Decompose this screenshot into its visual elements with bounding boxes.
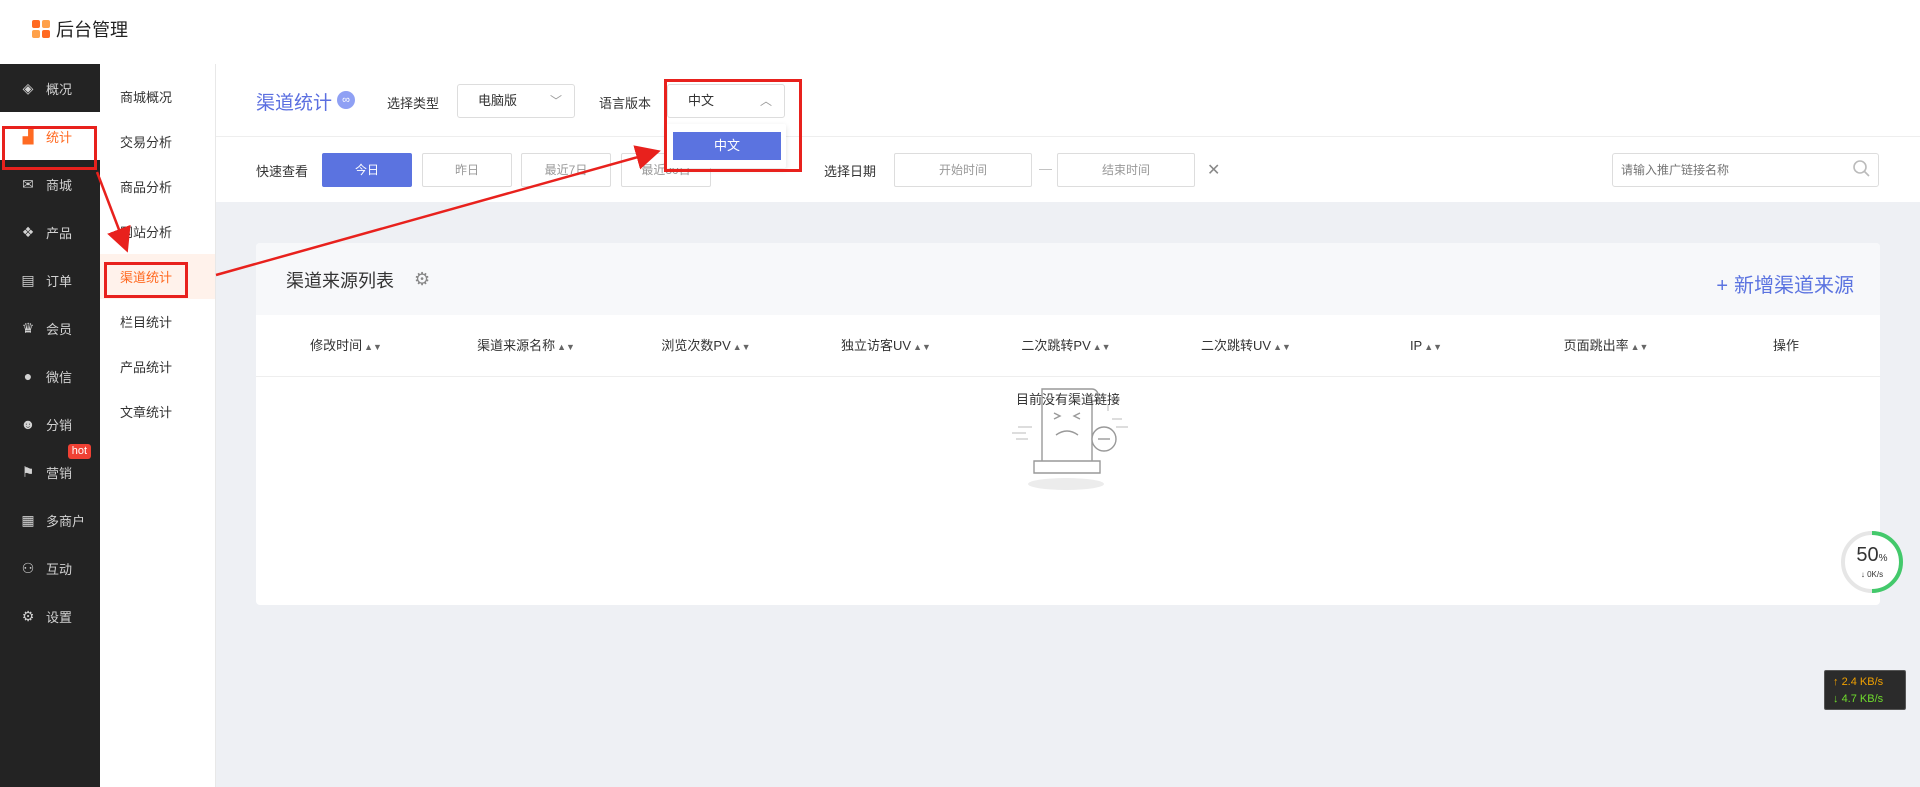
filter-row-top: 渠道统计 ∞ 选择类型 电脑版 ﹀ 语言版本 中文 ︿ xyxy=(216,64,1920,137)
sidebar-item-order[interactable]: ▤ 订单 xyxy=(0,256,100,304)
top-bar: 后台管理 xyxy=(0,0,1920,64)
secondary-sidebar: 商城概况 交易分析 商品分析 网站分析 渠道统计 栏目统计 产品统计 文章统计 xyxy=(100,64,216,787)
channel-list-card: 渠道来源列表 ⚙ + 新增渠道来源 修改时间 ▲▼ 渠道来源名称 ▲▼ 浏览次数PV ▲… xyxy=(256,243,1880,605)
column-header[interactable]: IP ▲▼ xyxy=(1336,315,1516,377)
user-share-icon: ☻ xyxy=(20,416,36,432)
sidebar-item-wechat[interactable]: ● 微信 xyxy=(0,352,100,400)
primary-sidebar: ◈ 概况 ▟ 统计 ✉ 商城 ❖ 产品 ▤ 订单 ♛ 会员 ● 微信 ☻ 分销 hot ⚑ 营销 ▦… xyxy=(0,64,100,787)
store-icon: ▦ xyxy=(21,511,35,528)
network-monitor: ↑ 2.4 KB/s ↓ 4.7 KB/s xyxy=(1824,670,1906,710)
column-header[interactable]: 浏览次数PV ▲▼ xyxy=(616,315,796,377)
lang-label: 语言版本 xyxy=(599,96,652,111)
sidebar-item-product[interactable]: ❖ 产品 xyxy=(0,208,100,256)
annotation-box-lang-select xyxy=(664,79,802,172)
date-start-input[interactable]: 开始时间 xyxy=(894,153,1032,187)
card-title: 渠道来源列表 xyxy=(286,271,394,291)
clipboard-icon: ▤ xyxy=(21,271,35,288)
chat-icon: ● xyxy=(23,368,33,384)
sidebar-item-multi-merchant[interactable]: ▦ 多商户 xyxy=(0,496,100,544)
sort-icon: ▲▼ xyxy=(913,342,931,352)
subnav-item-trade-analysis[interactable]: 交易分析 xyxy=(100,119,215,164)
logo-icon xyxy=(32,20,50,38)
sort-icon: ▲▼ xyxy=(1630,342,1649,352)
search-input[interactable] xyxy=(1612,153,1879,187)
column-header[interactable]: 二次跳转UV ▲▼ xyxy=(1156,315,1336,377)
subnav-item-site-analysis[interactable]: 网站分析 xyxy=(100,209,215,254)
group-icon: ⚇ xyxy=(21,559,35,576)
sidebar-item-member[interactable]: ♛ 会员 xyxy=(0,304,100,352)
flag-icon: ⚑ xyxy=(21,463,35,480)
upload-speed: ↑ 2.4 KB/s xyxy=(1833,676,1884,688)
column-header[interactable]: 独立访客UV ▲▼ xyxy=(796,315,976,377)
sort-icon: ▲▼ xyxy=(1424,342,1443,352)
column-header[interactable]: 页面跳出率 ▲▼ xyxy=(1516,315,1696,377)
type-label: 选择类型 xyxy=(387,96,440,111)
speed-widget[interactable]: 50% ↓ 0K/s xyxy=(1840,530,1904,594)
layers-icon: ◈ xyxy=(22,79,34,96)
apps-icon: ❖ xyxy=(21,223,35,240)
progress-value: 50% xyxy=(1856,544,1888,566)
mail-icon: ✉ xyxy=(22,175,34,192)
gear-icon: ⚙ xyxy=(21,607,35,624)
chevron-down-icon: ﹀ xyxy=(549,94,562,108)
sort-icon: ▲▼ xyxy=(732,342,751,352)
search-icon[interactable] xyxy=(1852,159,1870,177)
sidebar-item-settings[interactable]: ⚙ 设置 xyxy=(0,592,100,640)
sidebar-item-interaction[interactable]: ⚇ 互动 xyxy=(0,544,100,592)
quick-yesterday-button[interactable]: 昨日 xyxy=(422,153,512,187)
sort-icon: ▲▼ xyxy=(364,342,382,352)
subnav-item-article-stats[interactable]: 文章统计 xyxy=(100,389,215,434)
download-speed: ↓ 4.7 KB/s xyxy=(1833,693,1884,705)
subnav-item-goods-analysis[interactable]: 商品分析 xyxy=(100,164,215,209)
empty-text: 目前没有渠道链接 xyxy=(1015,392,1120,407)
subnav-item-mall-overview[interactable]: 商城概况 xyxy=(100,74,215,119)
type-select-value: 电脑版 xyxy=(478,93,518,108)
sort-icon: ▲▼ xyxy=(557,342,575,352)
column-header[interactable]: 二次跳转PV ▲▼ xyxy=(976,315,1156,377)
sidebar-item-marketing[interactable]: hot ⚑ 营销 xyxy=(0,444,100,496)
column-header[interactable]: 渠道来源名称 ▲▼ xyxy=(436,315,616,377)
add-channel-button[interactable]: + 新增渠道来源 xyxy=(1716,269,1860,298)
quick-7days-button[interactable]: 最近7日 xyxy=(521,153,611,187)
page-title: 渠道统计 xyxy=(256,93,333,114)
filter-panel: 渠道统计 ∞ 选择类型 电脑版 ﹀ 语言版本 中文 ︿ 快速查看 今日 昨日 最… xyxy=(216,64,1920,202)
date-label: 选择日期 xyxy=(824,164,877,179)
type-select[interactable]: 电脑版 ﹀ xyxy=(457,84,575,118)
subnav-item-column-stats[interactable]: 栏目统计 xyxy=(100,299,215,344)
crown-icon: ♛ xyxy=(21,319,35,336)
gear-icon[interactable]: ⚙ xyxy=(414,269,430,290)
sort-icon: ▲▼ xyxy=(1092,342,1111,352)
date-end-input[interactable]: 结束时间 xyxy=(1057,153,1195,187)
logo: 后台管理 xyxy=(32,16,128,42)
column-header: 操作 xyxy=(1772,338,1799,353)
subnav-item-product-stats[interactable]: 产品统计 xyxy=(100,344,215,389)
hot-badge: hot xyxy=(67,444,91,459)
progress-speed: ↓ 0K/s xyxy=(1860,570,1884,579)
app-title: 后台管理 xyxy=(56,20,128,40)
table-header: 修改时间 ▲▼ 渠道来源名称 ▲▼ 浏览次数PV ▲▼ 独立访客UV ▲▼ 二次跳转PV… xyxy=(256,315,1880,377)
annotation-box-statistics xyxy=(2,126,97,170)
quick-today-button[interactable]: 今日 xyxy=(322,153,412,187)
card-header: 渠道来源列表 ⚙ + 新增渠道来源 xyxy=(256,243,1880,315)
link-icon[interactable]: ∞ xyxy=(337,91,355,109)
quick-label: 快速查看 xyxy=(256,164,309,179)
column-header[interactable]: 修改时间 ▲▼ xyxy=(256,315,436,377)
sidebar-item-distribution[interactable]: ☻ 分销 xyxy=(0,400,100,448)
sort-icon: ▲▼ xyxy=(1273,342,1291,352)
annotation-box-channel-stats xyxy=(104,262,188,298)
clear-date-icon[interactable]: ✕ xyxy=(1207,160,1220,180)
date-separator: — xyxy=(1039,161,1052,176)
sidebar-item-overview[interactable]: ◈ 概况 xyxy=(0,64,100,112)
plus-icon: + xyxy=(1716,275,1728,297)
